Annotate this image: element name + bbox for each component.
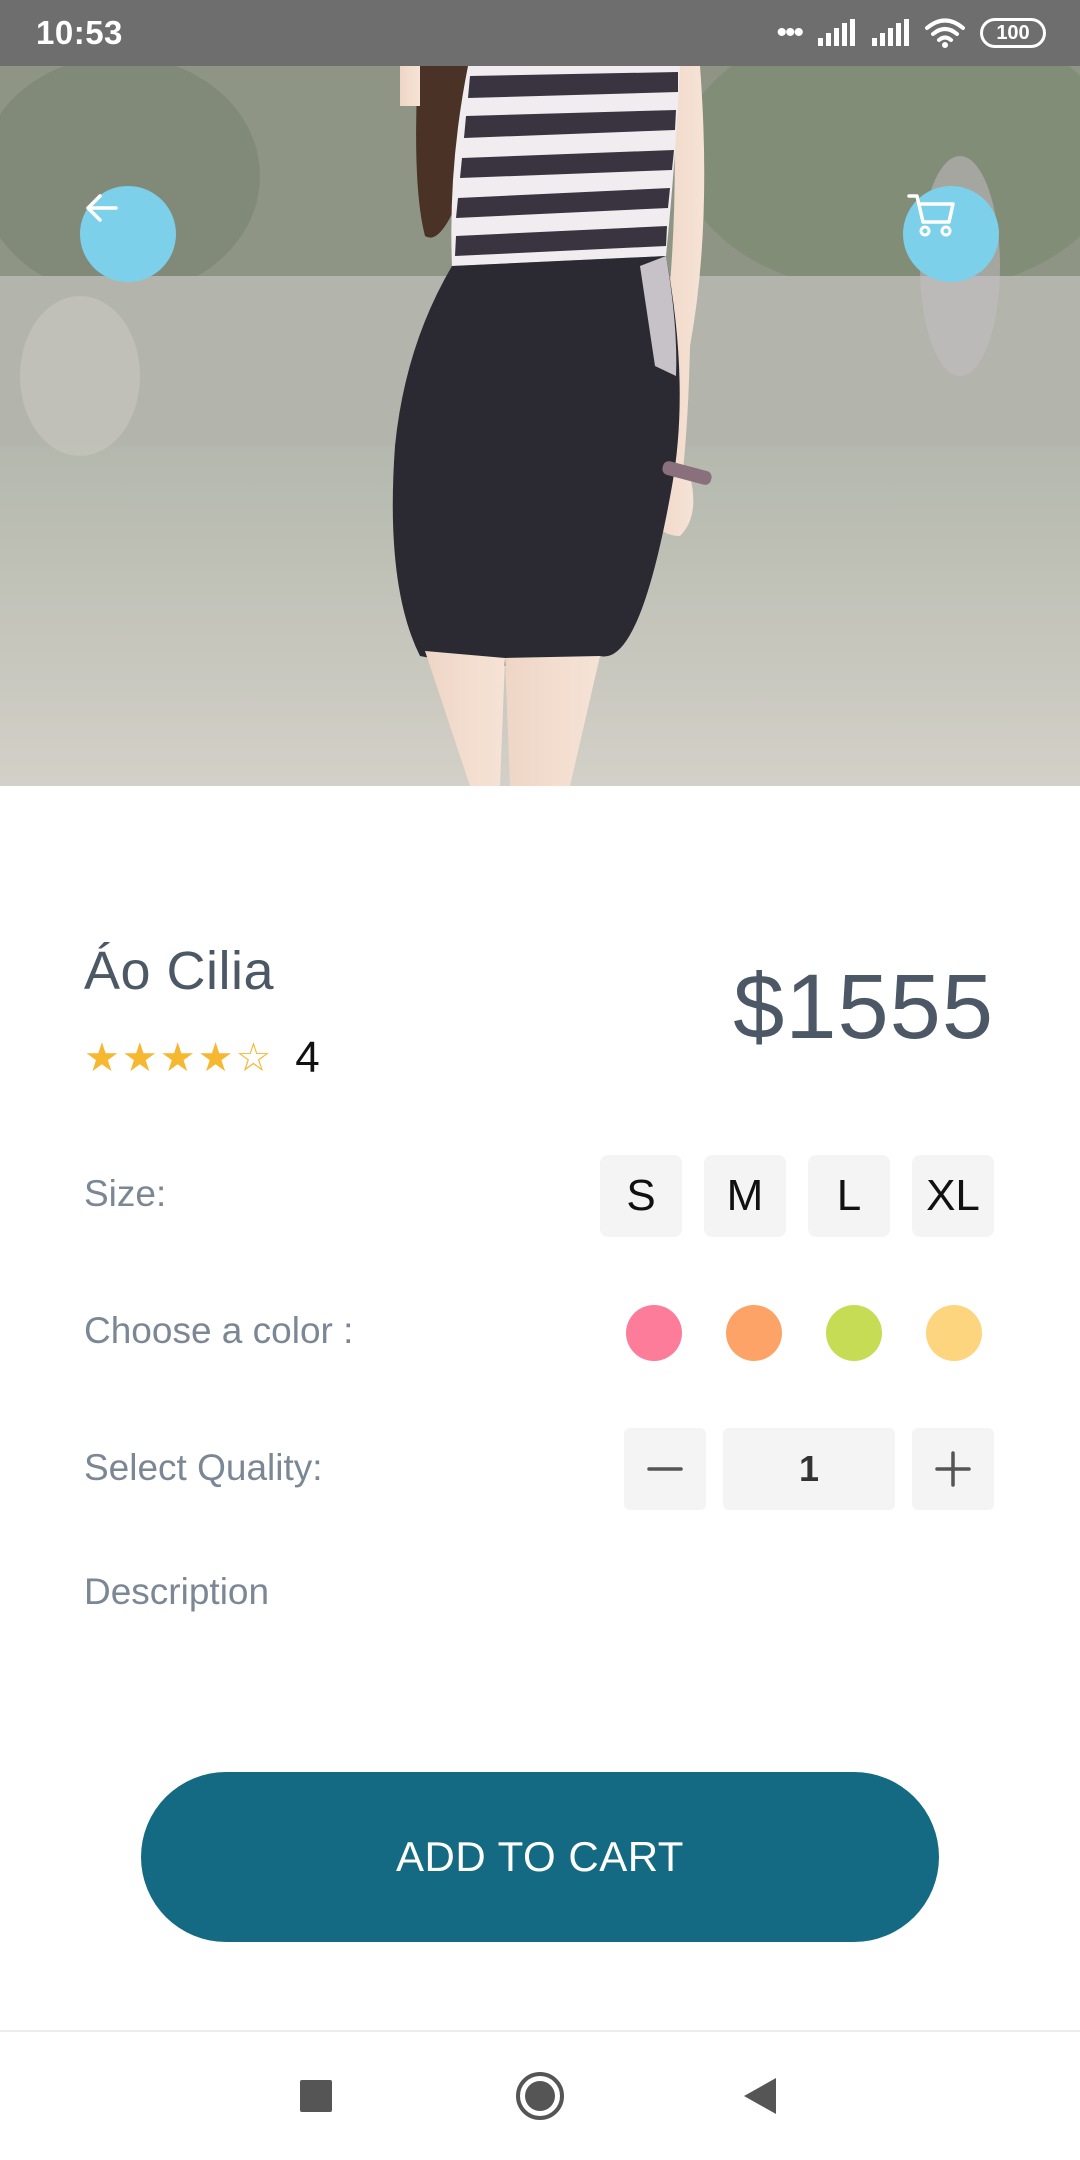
color-swatch-green[interactable] <box>826 1305 882 1361</box>
signal-icon-2 <box>872 19 909 46</box>
star-filled-icon: ★ <box>84 1035 120 1080</box>
back-nav-icon[interactable] <box>740 2074 780 2118</box>
wifi-icon <box>925 18 965 48</box>
more-dots-icon: ••• <box>776 16 803 49</box>
product-photo <box>0 66 1080 786</box>
battery-indicator: 100 <box>980 18 1046 48</box>
size-label: Size: <box>84 1173 167 1214</box>
size-option-l[interactable]: L <box>808 1155 890 1237</box>
quantity-label: Select Quality: <box>84 1447 323 1488</box>
size-options: S M L XL <box>600 1155 994 1237</box>
product-detail-screen: 10:53 ••• 100 Áo Cilia ★ ★ ★ ★ ☆ 4 $1555… <box>0 0 1080 2160</box>
description-label: Description <box>84 1571 270 1612</box>
size-option-xl[interactable]: XL <box>912 1155 994 1237</box>
quantity-value[interactable]: 1 <box>723 1428 895 1510</box>
navigation-bar <box>0 2030 1080 2160</box>
product-image <box>0 66 1080 786</box>
product-name: Áo Cilia <box>84 941 275 1001</box>
product-rating: ★ ★ ★ ★ ☆ 4 <box>84 1032 320 1082</box>
back-button[interactable] <box>80 186 176 282</box>
add-to-cart-button[interactable]: ADD TO CART <box>141 1772 939 1942</box>
size-option-s[interactable]: S <box>600 1155 682 1237</box>
decrease-quantity-button[interactable] <box>624 1428 706 1510</box>
color-swatch-orange[interactable] <box>726 1305 782 1361</box>
star-filled-icon: ★ <box>121 1035 158 1080</box>
quantity-stepper: 1 <box>624 1428 994 1510</box>
product-price: $1555 <box>733 956 994 1058</box>
status-icons: ••• 100 <box>776 17 1046 49</box>
color-label: Choose a color : <box>84 1310 354 1351</box>
size-option-m[interactable]: M <box>704 1155 786 1237</box>
cart-button[interactable] <box>903 186 999 282</box>
home-icon[interactable] <box>513 2069 567 2123</box>
recent-apps-icon[interactable] <box>298 2078 334 2114</box>
plus-icon <box>935 1451 971 1487</box>
star-filled-icon: ★ <box>197 1035 234 1080</box>
color-options <box>626 1305 982 1361</box>
arrow-left-icon <box>86 194 118 222</box>
star-filled-icon: ★ <box>159 1035 196 1080</box>
increase-quantity-button[interactable] <box>912 1428 994 1510</box>
shopping-cart-icon <box>907 194 955 237</box>
star-empty-icon: ☆ <box>235 1035 272 1080</box>
minus-icon <box>647 1467 683 1471</box>
status-bar: 10:53 ••• 100 <box>0 0 1080 66</box>
rating-stars: ★ ★ ★ ★ ☆ <box>84 1038 271 1078</box>
status-time: 10:53 <box>36 14 123 51</box>
signal-icon <box>818 19 855 46</box>
color-swatch-pink[interactable] <box>626 1305 682 1361</box>
color-swatch-yellow[interactable] <box>926 1305 982 1361</box>
rating-value: 4 <box>295 1032 320 1082</box>
